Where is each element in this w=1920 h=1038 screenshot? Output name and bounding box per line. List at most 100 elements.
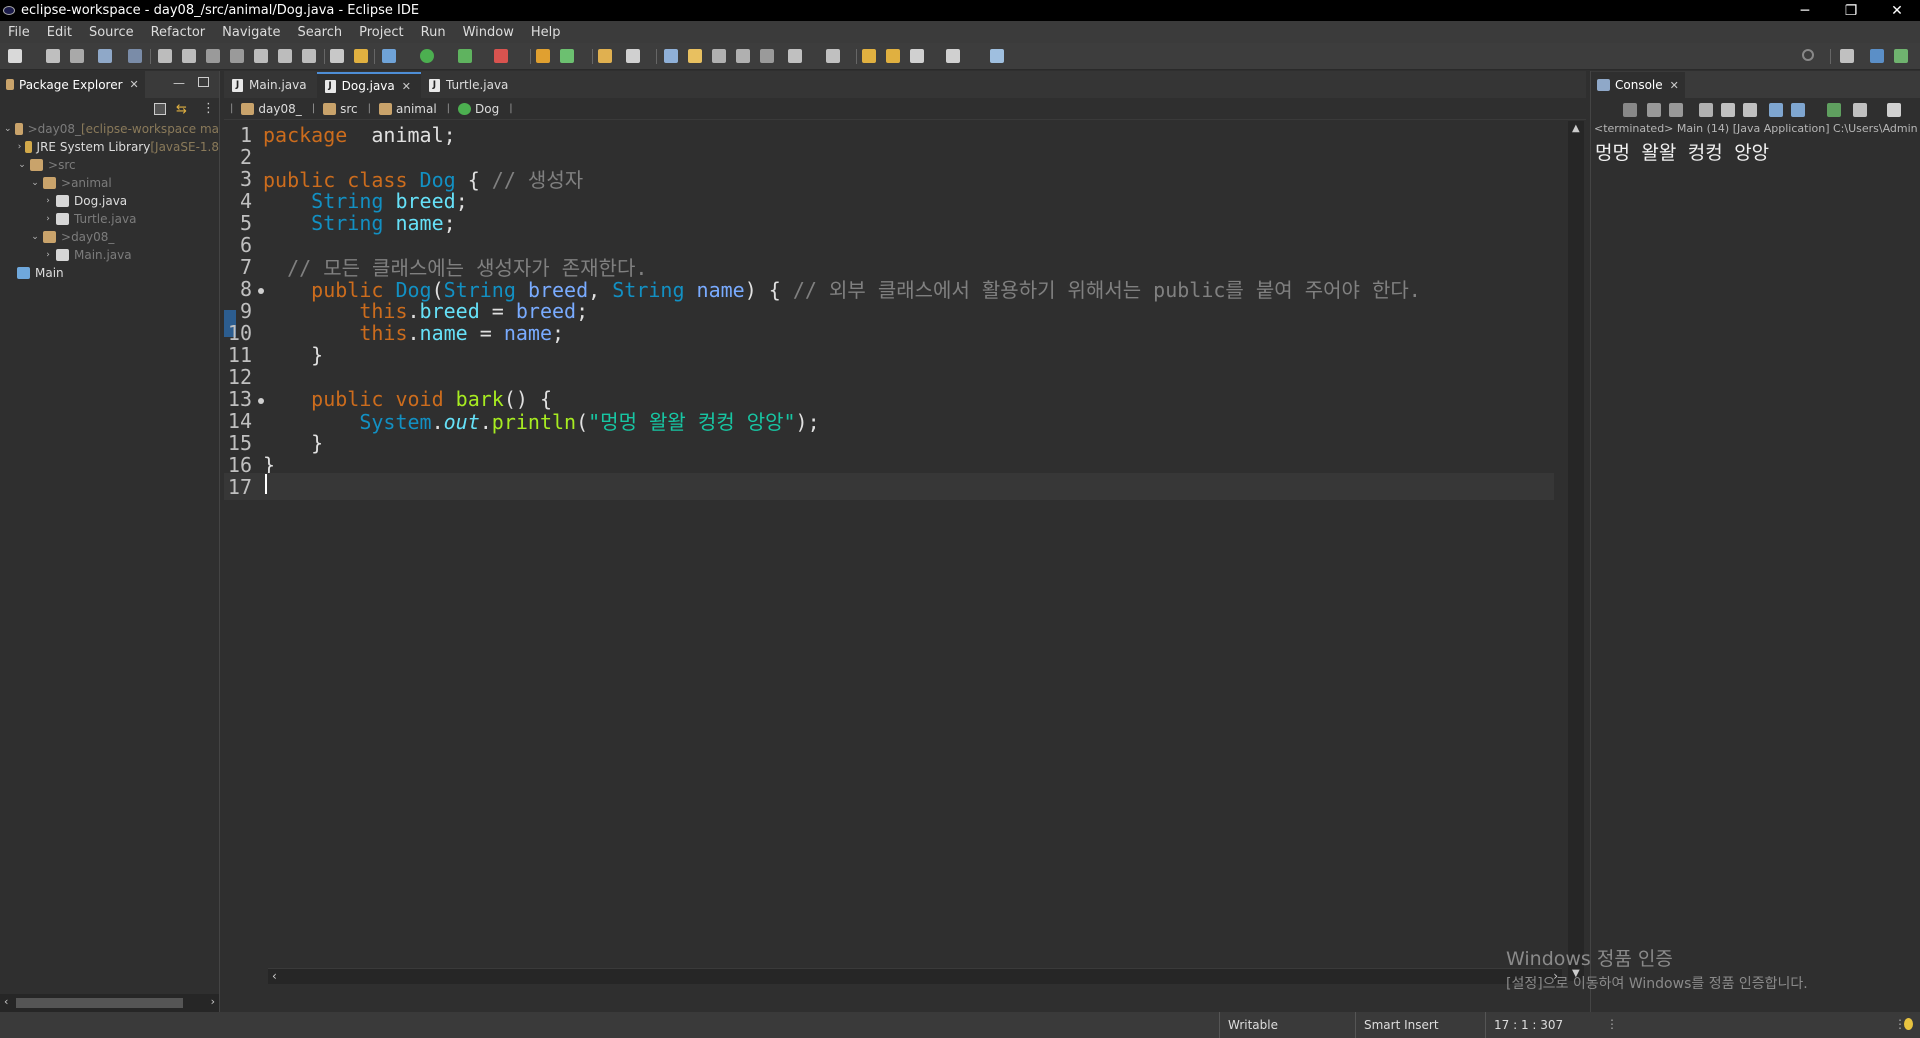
console-output[interactable]: 멍멍 왈왈 컹컹 앙앙 [1591,138,1920,165]
pin-editor-icon[interactable] [990,49,1004,63]
breadcrumb-package[interactable]: animal [379,102,437,116]
tab-console[interactable]: Console ✕ [1591,72,1685,98]
menu-refactor[interactable]: Refactor [143,25,215,40]
debug-perspective-icon[interactable] [1894,49,1908,63]
terminate-icon[interactable] [1623,103,1637,117]
menu-navigate[interactable]: Navigate [214,25,289,40]
fold-icon[interactable] [258,397,264,404]
menu-run[interactable]: Run [413,25,455,40]
forward-edit-icon[interactable] [886,49,900,63]
clear-console-icon[interactable] [1699,103,1713,117]
display-console-icon[interactable] [1853,103,1867,117]
search-icon[interactable] [1802,49,1814,61]
close-icon[interactable]: ✕ [130,78,139,91]
chevron-right-icon[interactable]: › [17,142,22,152]
open-console-icon[interactable] [98,49,112,63]
last-edit-location-icon[interactable] [862,49,876,63]
editor-vertical-scrollbar[interactable]: ▲ ▼ [1568,121,1584,981]
search-tool-icon[interactable] [626,49,640,63]
toggle-highlight-icon[interactable] [688,49,702,63]
word-wrap-icon[interactable] [1743,103,1757,117]
status-insert-mode[interactable]: Smart Insert [1355,1012,1485,1038]
show-on-error-icon[interactable] [1791,103,1805,117]
new-icon[interactable] [8,49,22,63]
pin-console-icon[interactable] [1827,103,1841,117]
scroll-lock-icon[interactable] [1721,103,1735,117]
close-window-button[interactable]: ✕ [1874,0,1920,21]
debug-icon[interactable] [382,49,396,63]
tree-item[interactable]: › Turtle.java [0,210,219,228]
pe-horizontal-scrollbar[interactable]: ‹ › [0,994,219,1012]
breadcrumb-class[interactable]: Dog [458,102,499,116]
tree-item[interactable]: ⌄ > animal [0,174,219,192]
new-java-package-icon[interactable] [354,49,368,63]
resume-icon[interactable] [158,49,172,63]
link-with-editor-icon[interactable]: ⇆ [176,102,187,117]
chevron-down-icon[interactable]: ⌄ [4,124,12,134]
menu-search[interactable]: Search [289,25,351,40]
editor-horizontal-scrollbar[interactable]: ‹ › [268,968,1562,984]
menu-project[interactable]: Project [351,25,412,40]
menu-source[interactable]: Source [81,25,143,40]
save-all-icon[interactable] [70,49,84,63]
external-tools-icon[interactable] [494,49,508,63]
toggle-breakpoint-icon[interactable] [330,49,344,63]
tab-main-java[interactable]: J Main.java [224,72,317,98]
minimize-button[interactable]: ─ [1782,0,1828,21]
java-perspective-icon[interactable] [1870,49,1884,63]
menu-edit[interactable]: Edit [39,25,81,40]
save-icon[interactable] [46,49,60,63]
run-icon[interactable] [420,49,434,63]
breadcrumb-src[interactable]: src [323,102,358,116]
show-whitespace-icon[interactable] [760,49,774,63]
terminate-icon[interactable] [206,49,220,63]
breadcrumb-project[interactable]: day08_ [241,102,302,116]
tree-item[interactable]: › JRE System Library [JavaSE-1.8 [0,138,219,156]
remove-launch-icon[interactable] [1647,103,1661,117]
code-line[interactable]: 17 [224,473,1554,500]
tab-dog-java[interactable]: J Dog.java ✕ [316,72,421,98]
fold-icon[interactable] [258,287,264,294]
next-annotation-icon[interactable] [788,49,802,63]
tree-item[interactable]: › Main.java [0,246,219,264]
tab-turtle-java[interactable]: J Turtle.java [421,72,518,98]
status-menu-icon[interactable]: ⋮ [1606,1017,1618,1031]
restore-button[interactable]: ❐ [1828,0,1874,21]
block-selection-icon[interactable] [712,49,726,63]
step-return-icon[interactable] [302,49,316,63]
menu-help[interactable]: Help [523,25,570,40]
chevron-right-icon[interactable]: › [43,250,53,260]
menu-file[interactable]: File [0,25,39,40]
show-on-output-icon[interactable] [1769,103,1783,117]
view-menu-icon[interactable]: ⋮ [202,101,215,116]
tree-item[interactable]: ⌄ > src [0,156,219,174]
remove-all-terminated-icon[interactable] [1669,103,1683,117]
chevron-right-icon[interactable]: › [43,196,53,206]
tips-bulb-icon[interactable] [1904,1018,1913,1030]
chevron-down-icon[interactable]: ⌄ [17,160,27,170]
status-cursor-position[interactable]: 17 : 1 : 307 [1485,1012,1595,1038]
skip-breakpoints-icon[interactable] [128,49,142,63]
tree-item[interactable]: › Dog.java [0,192,219,210]
chevron-down-icon[interactable]: ⌄ [30,232,40,242]
open-perspective-icon[interactable] [1840,49,1854,63]
maximize-view-icon[interactable] [198,77,209,87]
disconnect-icon[interactable] [230,49,244,63]
collapse-all-icon[interactable] [154,103,166,115]
close-icon[interactable]: ✕ [1670,79,1679,92]
new-java-project-icon[interactable] [536,49,550,63]
menu-window[interactable]: Window [455,25,523,40]
coverage-icon[interactable] [458,49,472,63]
chevron-down-icon[interactable]: ⌄ [30,178,40,188]
code-editor[interactable]: 1 package animal; 2 3 public class Dog { // … [224,121,1554,981]
step-into-icon[interactable] [254,49,268,63]
previous-annotation-icon[interactable] [826,49,840,63]
suspend-icon[interactable] [182,49,196,63]
back-icon[interactable] [910,49,924,63]
chevron-right-icon[interactable]: › [43,214,53,224]
toggle-mark-occurrences-icon[interactable] [664,49,678,63]
close-icon[interactable]: ✕ [402,80,411,93]
minimize-view-icon[interactable]: — [173,76,185,90]
forward-icon[interactable] [946,49,960,63]
tree-item[interactable]: Main [0,264,219,282]
